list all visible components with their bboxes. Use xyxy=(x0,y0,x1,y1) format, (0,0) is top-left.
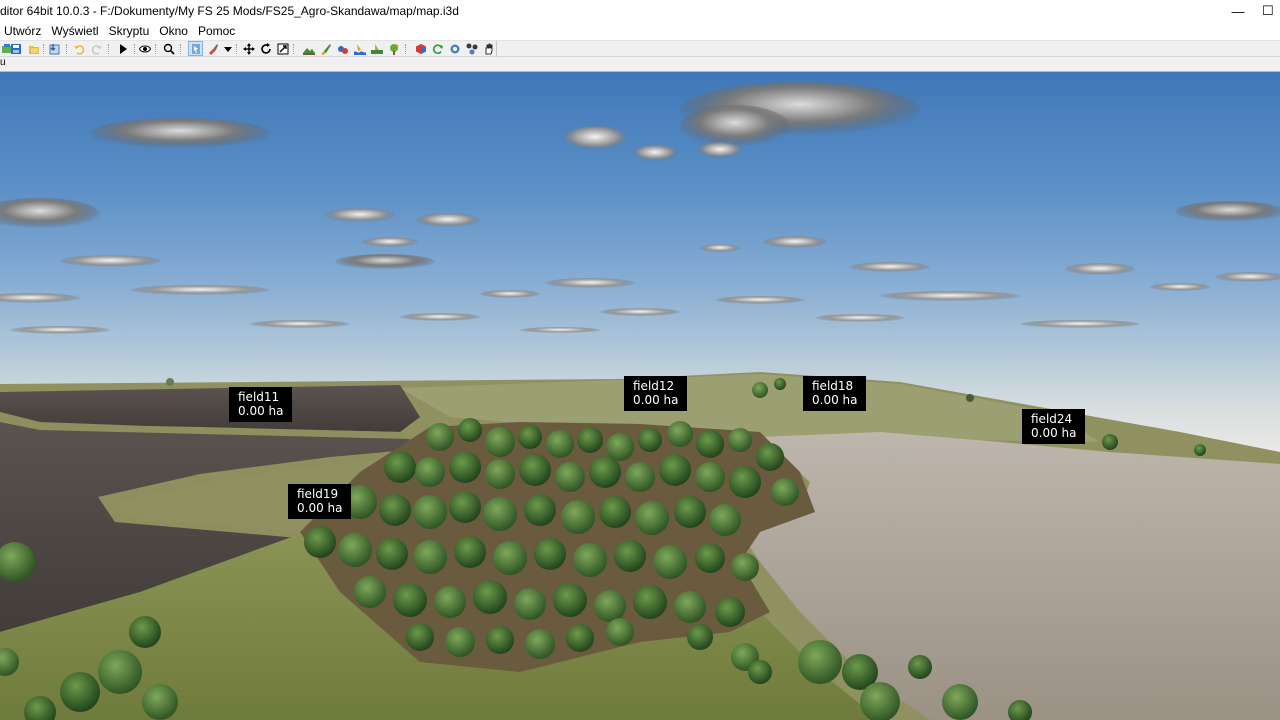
menu-bar: Utwórz Wyświetl Skryptu Okno Pomoc xyxy=(0,22,1280,40)
save-icon[interactable] xyxy=(9,42,22,55)
field-label-field24: field24 0.00 ha xyxy=(1022,409,1085,444)
maximize-button[interactable]: ☐ xyxy=(1262,0,1280,22)
toolbar-end-divider xyxy=(496,41,497,57)
title-bar: ditor 64bit 10.0.3 - F:/Dokumenty/My FS … xyxy=(0,0,1280,22)
field-name: field19 xyxy=(297,487,339,501)
window-title: ditor 64bit 10.0.3 - F:/Dokumenty/My FS … xyxy=(0,4,459,18)
menu-view[interactable]: Wyświetl xyxy=(46,24,103,38)
toolbar-separator xyxy=(108,44,109,54)
viewport-tab[interactable]: u xyxy=(0,57,6,69)
tree-icon[interactable] xyxy=(387,42,400,55)
field-name: field24 xyxy=(1031,412,1073,426)
brush-icon[interactable] xyxy=(206,42,219,55)
cube-icon[interactable] xyxy=(414,42,427,55)
move-icon[interactable] xyxy=(242,42,255,55)
zoom-icon[interactable] xyxy=(162,42,175,55)
import-icon[interactable] xyxy=(48,42,61,55)
minimize-button[interactable]: — xyxy=(1218,0,1258,22)
field-label-field18: field18 0.00 ha xyxy=(803,376,866,411)
paint-icon[interactable] xyxy=(319,42,332,55)
field-label-field11: field11 0.00 ha xyxy=(229,387,292,422)
rotate-icon[interactable] xyxy=(259,42,272,55)
hand-icon[interactable] xyxy=(482,42,495,55)
toolbar-separator xyxy=(66,44,67,54)
refresh-icon[interactable] xyxy=(431,42,444,55)
field-name: field11 xyxy=(238,390,280,404)
foliage-icon[interactable] xyxy=(336,42,349,55)
toolbar xyxy=(0,40,1280,57)
terrain-icon[interactable] xyxy=(302,42,315,55)
field-area: 0.00 ha xyxy=(633,393,679,407)
field-name: field18 xyxy=(812,379,854,393)
menu-help[interactable]: Pomoc xyxy=(193,24,240,38)
menu-window[interactable]: Okno xyxy=(154,24,193,38)
field-area: 0.00 ha xyxy=(812,393,858,407)
toolbar-separator xyxy=(236,44,237,54)
open-icon[interactable] xyxy=(27,42,40,55)
field-label-field19: field19 0.00 ha xyxy=(288,484,351,519)
water-icon[interactable] xyxy=(353,42,366,55)
toolbar-separator xyxy=(134,44,135,54)
decal-icon[interactable] xyxy=(370,42,383,55)
network-icon[interactable] xyxy=(465,42,478,55)
gear-icon[interactable] xyxy=(448,42,461,55)
undo-icon[interactable] xyxy=(72,42,85,55)
dropdown-icon[interactable] xyxy=(221,42,234,55)
toolbar-separator xyxy=(405,44,406,54)
viewport-tab-strip: u xyxy=(0,57,1280,72)
field-name: field12 xyxy=(633,379,675,393)
clouds xyxy=(0,82,1280,334)
eye-icon[interactable] xyxy=(138,42,151,55)
menu-scripts[interactable]: Skryptu xyxy=(104,24,155,38)
toolbar-separator xyxy=(293,44,294,54)
scale-icon[interactable] xyxy=(276,42,289,55)
field-area: 0.00 ha xyxy=(238,404,284,418)
toolbar-separator xyxy=(180,44,181,54)
toolbar-separator xyxy=(155,44,156,54)
3d-viewport[interactable]: field11 0.00 ha field12 0.00 ha field18 … xyxy=(0,72,1280,720)
select-icon[interactable] xyxy=(188,41,203,56)
field-label-field12: field12 0.00 ha xyxy=(624,376,687,411)
menu-create[interactable]: Utwórz xyxy=(0,24,46,38)
play-icon[interactable] xyxy=(116,42,129,55)
field-area: 0.00 ha xyxy=(297,501,343,515)
field-area: 0.00 ha xyxy=(1031,426,1077,440)
toolbar-separator xyxy=(43,44,44,54)
redo-icon[interactable] xyxy=(90,42,103,55)
